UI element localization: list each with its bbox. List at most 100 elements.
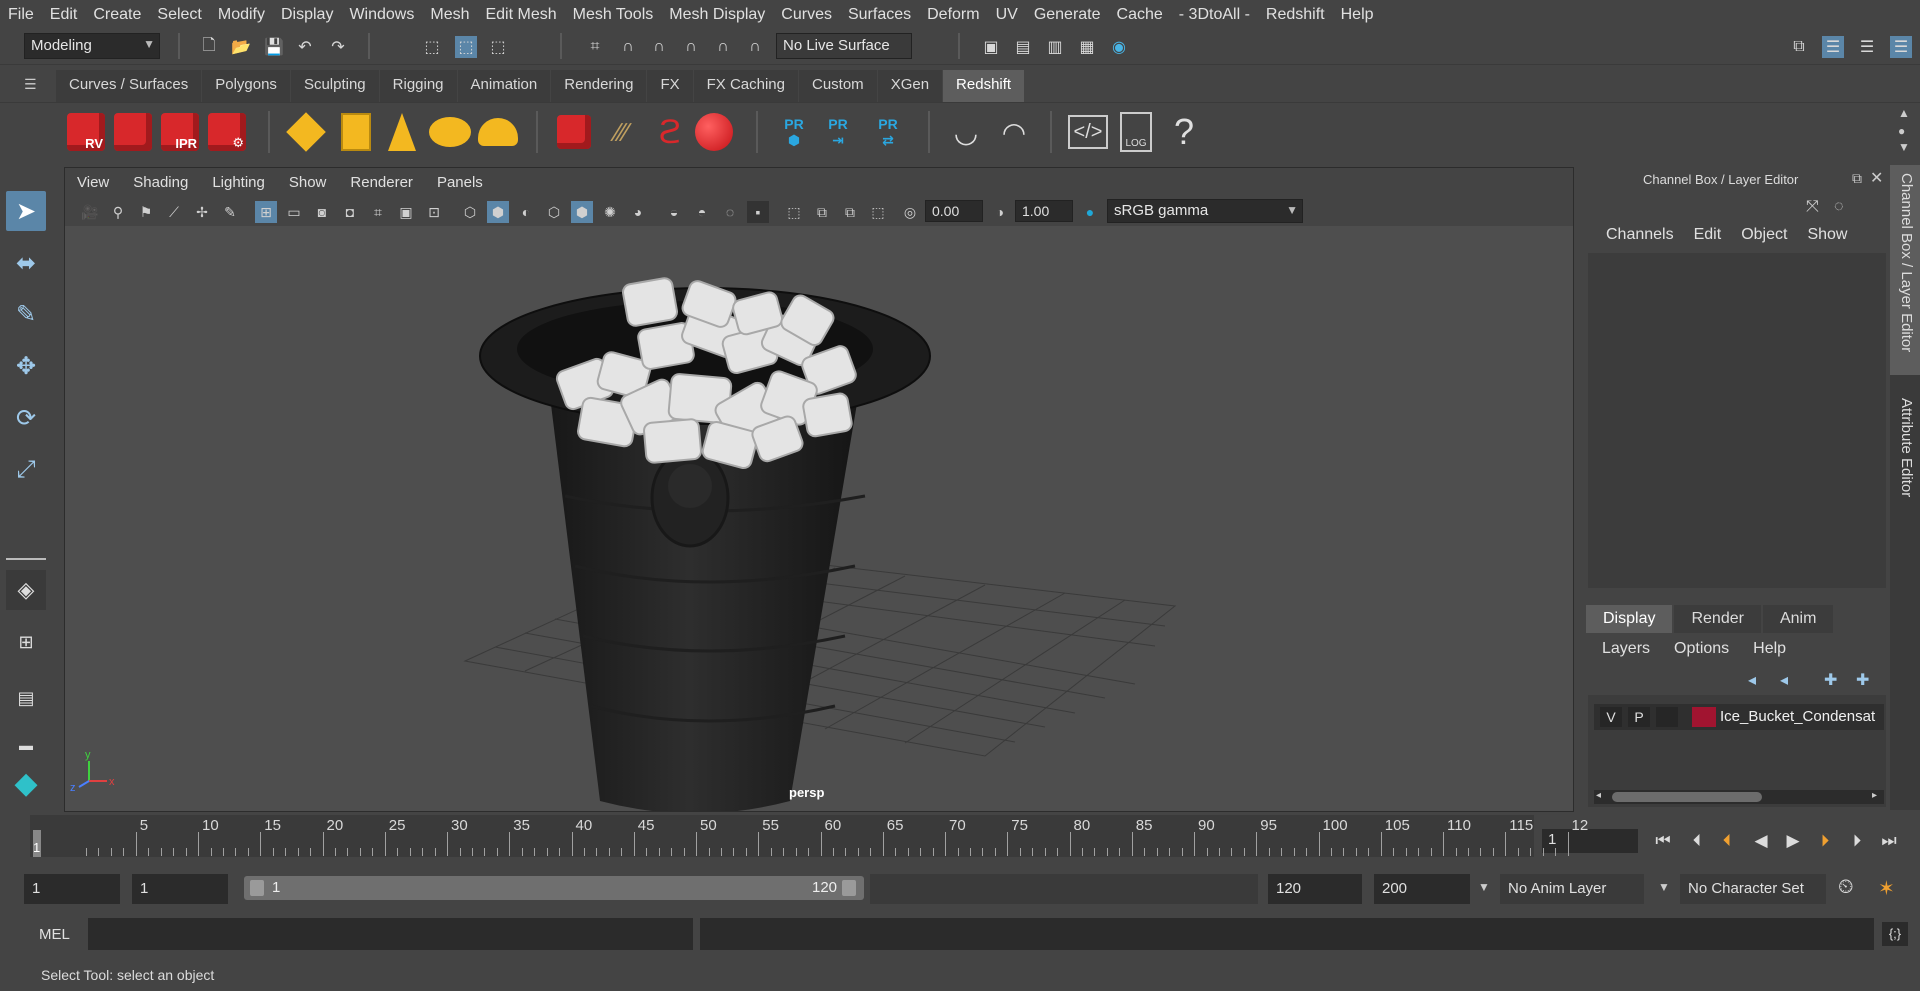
step-back-key-icon[interactable]: ⏴ (1684, 828, 1710, 854)
wireframe-icon[interactable]: ⬡ (459, 201, 481, 223)
new-scene-icon[interactable]: 🗋 (198, 36, 220, 58)
film-gate-icon[interactable]: ▭ (283, 201, 305, 223)
safe-title-icon[interactable]: ⊡ (423, 201, 445, 223)
gamma-icon[interactable]: ◑ (989, 201, 1011, 223)
menu-select[interactable]: Select (149, 6, 209, 24)
layer-reference-toggle[interactable] (1656, 707, 1678, 727)
camera-select-icon[interactable]: 🎥 (79, 201, 101, 223)
snap-curve-icon[interactable]: ∩ (617, 36, 639, 58)
shelf-scroll-down-icon[interactable]: ▼ (1898, 140, 1910, 154)
bookmark-icon[interactable]: ⚑ (135, 201, 157, 223)
log-icon[interactable]: LOG (1114, 109, 1158, 155)
tool-settings-toggle-icon[interactable]: ☰ (1856, 36, 1878, 58)
menu-mesh[interactable]: Mesh (422, 6, 477, 24)
shelf-scroll-up-icon[interactable]: ▲ (1898, 106, 1910, 120)
end-time-field[interactable]: 200 (1374, 874, 1470, 904)
menu-modify[interactable]: Modify (210, 6, 273, 24)
proxy-icon[interactable] (552, 109, 596, 155)
menu-3dtoall[interactable]: - 3DtoAll - (1171, 6, 1258, 24)
grease-pencil-icon[interactable]: ✎ (219, 201, 241, 223)
smooth-shade-icon[interactable]: ⬢ (487, 201, 509, 223)
tab-render[interactable]: Render (1674, 605, 1761, 633)
dome-light-icon[interactable] (428, 109, 472, 155)
step-forward-key-icon[interactable]: ⏵ (1844, 828, 1870, 854)
isolate-select-icon[interactable]: ⬚ (783, 201, 805, 223)
tab-fx-caching[interactable]: FX Caching (693, 70, 799, 102)
float-panel-icon[interactable]: ⧉ (1852, 170, 1862, 187)
tab-fx[interactable]: FX (647, 70, 694, 102)
rv-render-icon[interactable]: RV (64, 109, 108, 155)
menu-edit-mesh[interactable]: Edit Mesh (477, 6, 564, 24)
viewport-menu-panels[interactable]: Panels (425, 174, 495, 191)
color-space-dropdown[interactable]: sRGB gamma ▼ (1107, 199, 1303, 223)
pr-export-icon[interactable]: PR ⇥ (816, 109, 860, 155)
tab-animation[interactable]: Animation (457, 70, 552, 102)
open-scene-icon[interactable]: 📂 (230, 36, 252, 58)
viewport-menu-lighting[interactable]: Lighting (200, 174, 277, 191)
move-layer-down-icon[interactable]: ◂ (1780, 670, 1788, 690)
cb-menu-show[interactable]: Show (1797, 226, 1857, 244)
textured-icon[interactable]: ⬢ (571, 201, 593, 223)
bowl-lid-icon[interactable]: ◠ (992, 109, 1036, 155)
exposure-field[interactable]: 0.00 (925, 200, 983, 222)
field-chart-icon[interactable]: ⌗ (367, 201, 389, 223)
chevron-down-icon[interactable]: ▼ (1478, 880, 1490, 894)
shadows-icon[interactable]: ◕ (627, 201, 649, 223)
scroll-right-icon[interactable]: ▸ (1872, 790, 1877, 801)
layer-playback-toggle[interactable]: P (1628, 707, 1650, 727)
start-time-field[interactable]: 1 (24, 874, 120, 904)
snap-pivot-icon[interactable]: ∩ (744, 36, 766, 58)
menu-windows[interactable]: Windows (341, 6, 422, 24)
viewport-menu-renderer[interactable]: Renderer (338, 174, 425, 191)
lasso-tool-icon[interactable]: ⬌ (6, 243, 46, 283)
tab-rendering[interactable]: Rendering (551, 70, 648, 102)
render-settings-icon[interactable]: ▦ (1076, 36, 1098, 58)
tab-redshift[interactable]: Redshift (943, 70, 1026, 102)
select-component-icon[interactable]: ⬚ (487, 36, 509, 58)
menu-mesh-tools[interactable]: Mesh Tools (565, 6, 662, 24)
tab-sculpting[interactable]: Sculpting (290, 70, 380, 102)
side-tab-channel-box[interactable]: Channel Box / Layer Editor (1890, 165, 1920, 375)
save-scene-icon[interactable]: 💾 (263, 36, 285, 58)
manipulator-icon[interactable]: ◌ (1834, 198, 1844, 216)
render-settings-icon[interactable]: ⚙ (205, 109, 249, 155)
spot-light-icon[interactable] (380, 109, 424, 155)
go-to-end-icon[interactable]: ⏭ (1876, 828, 1902, 854)
time-slider[interactable] (30, 815, 1534, 857)
redo-icon[interactable]: ↷ (327, 36, 349, 58)
shelf-scroll-dot-icon[interactable]: ● (1898, 124, 1905, 138)
go-to-start-icon[interactable]: ⏮ (1650, 828, 1676, 854)
le-menu-layers[interactable]: Layers (1590, 640, 1662, 658)
new-layer-icon[interactable]: ✚ (1824, 670, 1837, 690)
layer-row[interactable]: V P Ice_Bucket_Condensat (1594, 704, 1884, 730)
menu-help[interactable]: Help (1333, 6, 1382, 24)
menu-uv[interactable]: UV (988, 6, 1026, 24)
pr-material-icon[interactable]: PR ⬢ (772, 109, 816, 155)
bowl-icon[interactable]: ◡ (944, 109, 988, 155)
default-material-icon[interactable]: ◐ (515, 201, 537, 223)
le-menu-help[interactable]: Help (1741, 640, 1798, 658)
move-tool-icon[interactable]: ✥ (6, 346, 46, 386)
playback-start-field[interactable]: 1 (132, 874, 228, 904)
xray-icon[interactable]: ⧉ (811, 201, 833, 223)
ipr-render-icon[interactable]: ▥ (1044, 36, 1066, 58)
xray-components-icon[interactable]: ⬚ (867, 201, 889, 223)
new-layer-selected-icon[interactable]: ✚ (1856, 670, 1869, 690)
viewport-menu-shading[interactable]: Shading (121, 174, 200, 191)
depth-of-field-icon[interactable]: ▪ (747, 201, 769, 223)
script-icon[interactable]: </> (1066, 109, 1110, 155)
tab-rigging[interactable]: Rigging (379, 70, 458, 102)
hair-icon[interactable]: ∕∕∕ (600, 109, 644, 155)
area-light-icon[interactable] (334, 109, 378, 155)
color-management-icon[interactable]: ● (1079, 201, 1101, 223)
scroll-left-icon[interactable]: ◂ (1596, 790, 1601, 801)
live-surface-field[interactable]: No Live Surface (776, 33, 912, 59)
volume-icon[interactable]: ϩ (648, 109, 692, 155)
axis-toggle-icon[interactable]: ⤧ (1806, 198, 1819, 216)
exposure-icon[interactable]: ◎ (899, 201, 921, 223)
2d-pan-zoom-icon[interactable]: ✢ (191, 201, 213, 223)
scrollbar-thumb[interactable] (1612, 792, 1762, 802)
step-forward-frame-icon[interactable]: ⏵ (1812, 828, 1838, 854)
layer-visibility-toggle[interactable]: V (1600, 707, 1622, 727)
menu-curves[interactable]: Curves (773, 6, 840, 24)
